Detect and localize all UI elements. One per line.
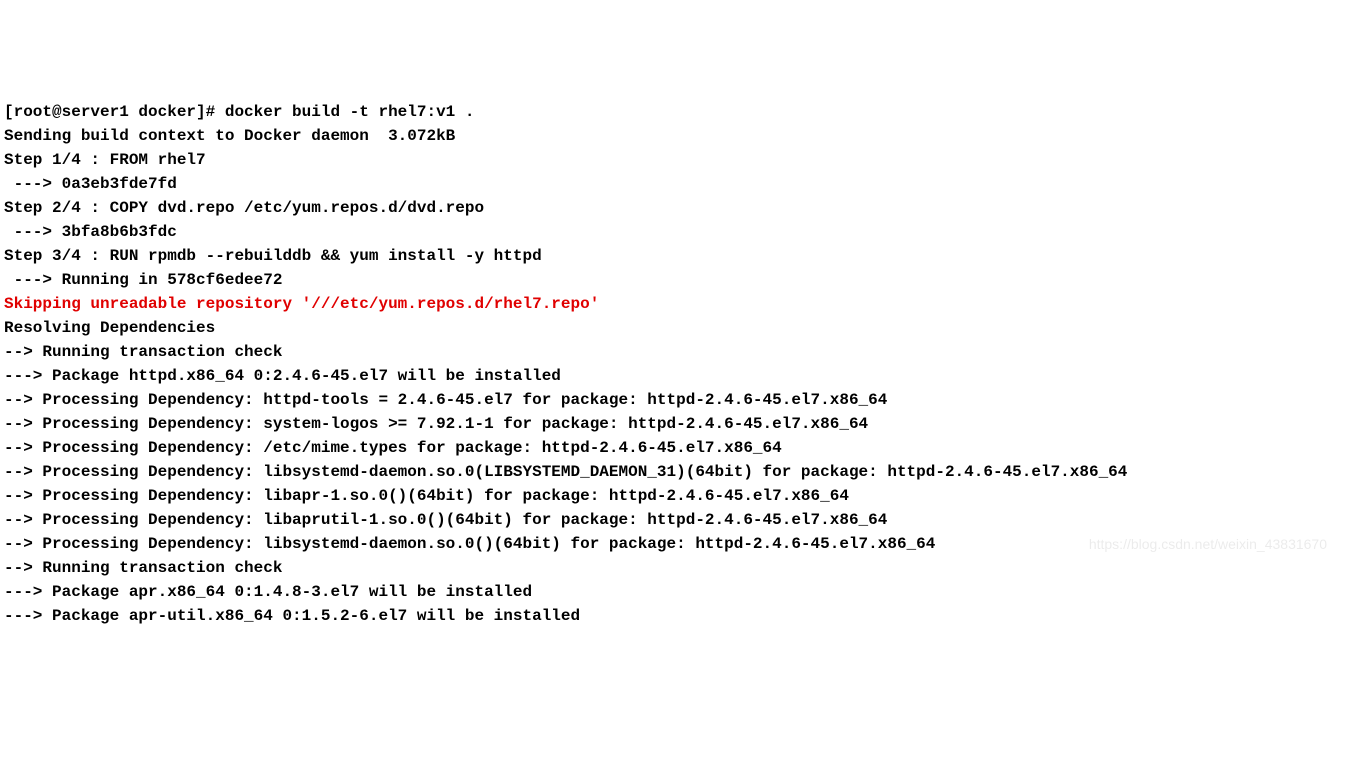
terminal-line: [root@server1 docker]# docker build -t r… [4, 100, 1347, 124]
terminal-line: ---> 0a3eb3fde7fd [4, 172, 1347, 196]
terminal-line: ---> Package apr-util.x86_64 0:1.5.2-6.e… [4, 604, 1347, 628]
terminal-line: --> Running transaction check [4, 340, 1347, 364]
terminal-line: Sending build context to Docker daemon 3… [4, 124, 1347, 148]
terminal-line: --> Processing Dependency: libsystemd-da… [4, 460, 1347, 484]
terminal-line: --> Running transaction check [4, 556, 1347, 580]
terminal-line: --> Processing Dependency: libaprutil-1.… [4, 508, 1347, 532]
terminal-line: Step 1/4 : FROM rhel7 [4, 148, 1347, 172]
terminal-line: --> Processing Dependency: system-logos … [4, 412, 1347, 436]
terminal-line: ---> Package httpd.x86_64 0:2.4.6-45.el7… [4, 364, 1347, 388]
terminal-line: ---> 3bfa8b6b3fdc [4, 220, 1347, 244]
terminal-line: Step 3/4 : RUN rpmdb --rebuilddb && yum … [4, 244, 1347, 268]
terminal-line: --> Processing Dependency: /etc/mime.typ… [4, 436, 1347, 460]
terminal-line: ---> Package apr.x86_64 0:1.4.8-3.el7 wi… [4, 580, 1347, 604]
terminal-line: Step 2/4 : COPY dvd.repo /etc/yum.repos.… [4, 196, 1347, 220]
watermark-text: https://blog.csdn.net/weixin_43831670 [1089, 534, 1327, 555]
terminal-line: Resolving Dependencies [4, 316, 1347, 340]
terminal-line: Skipping unreadable repository '///etc/y… [4, 292, 1347, 316]
terminal-line: --> Processing Dependency: libapr-1.so.0… [4, 484, 1347, 508]
terminal-line: --> Processing Dependency: httpd-tools =… [4, 388, 1347, 412]
terminal-line: ---> Running in 578cf6edee72 [4, 268, 1347, 292]
